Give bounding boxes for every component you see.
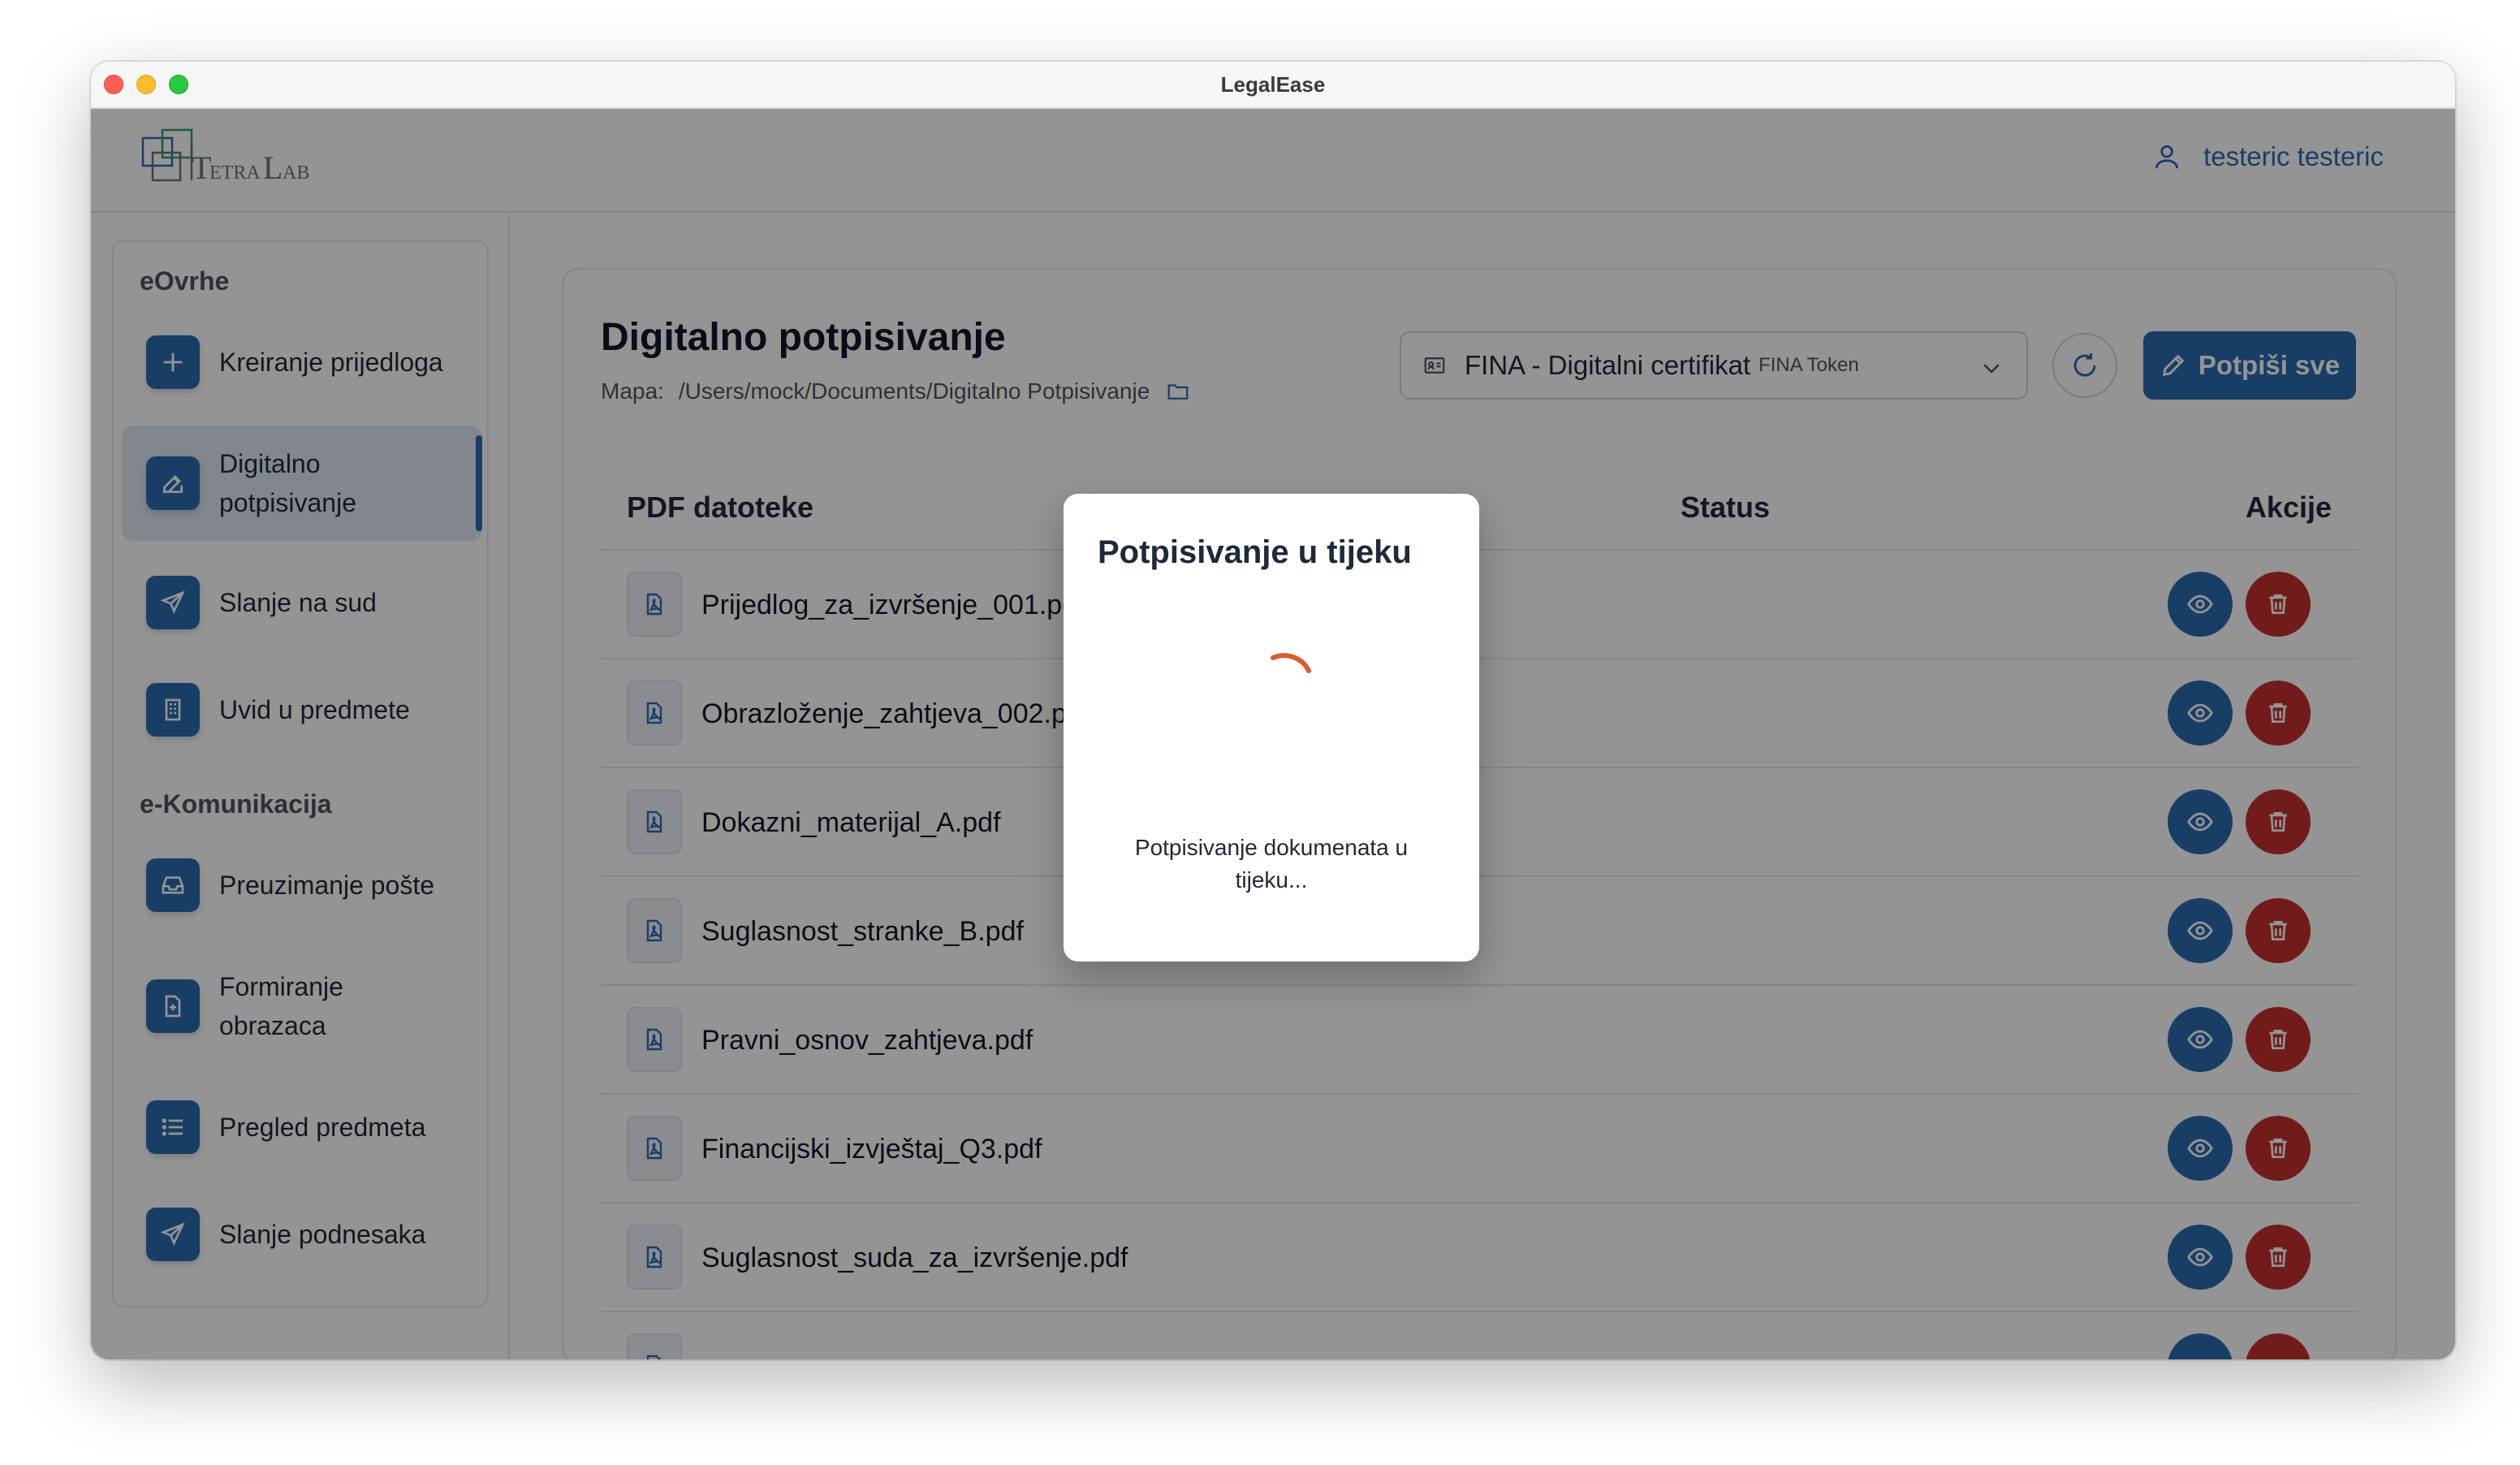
minimize-window-button[interactable]: [136, 75, 156, 94]
window-controls: [104, 75, 188, 94]
app-window: LegalEase T ETRA L AB testeric testeric: [91, 62, 2455, 1359]
dialog-title: Potpisivanje u tijeku: [1098, 534, 1412, 570]
title-bar: LegalEase: [91, 62, 2455, 109]
loading-spinner-icon: [1271, 653, 1311, 673]
signing-progress-dialog: Potpisivanje u tijeku Potpisivanje dokum…: [1064, 494, 1479, 962]
close-window-button[interactable]: [104, 75, 123, 94]
window-title: LegalEase: [1220, 71, 1326, 97]
zoom-window-button[interactable]: [169, 75, 188, 94]
dialog-message: Potpisivanje dokumenata u tijeku...: [1134, 835, 1409, 892]
